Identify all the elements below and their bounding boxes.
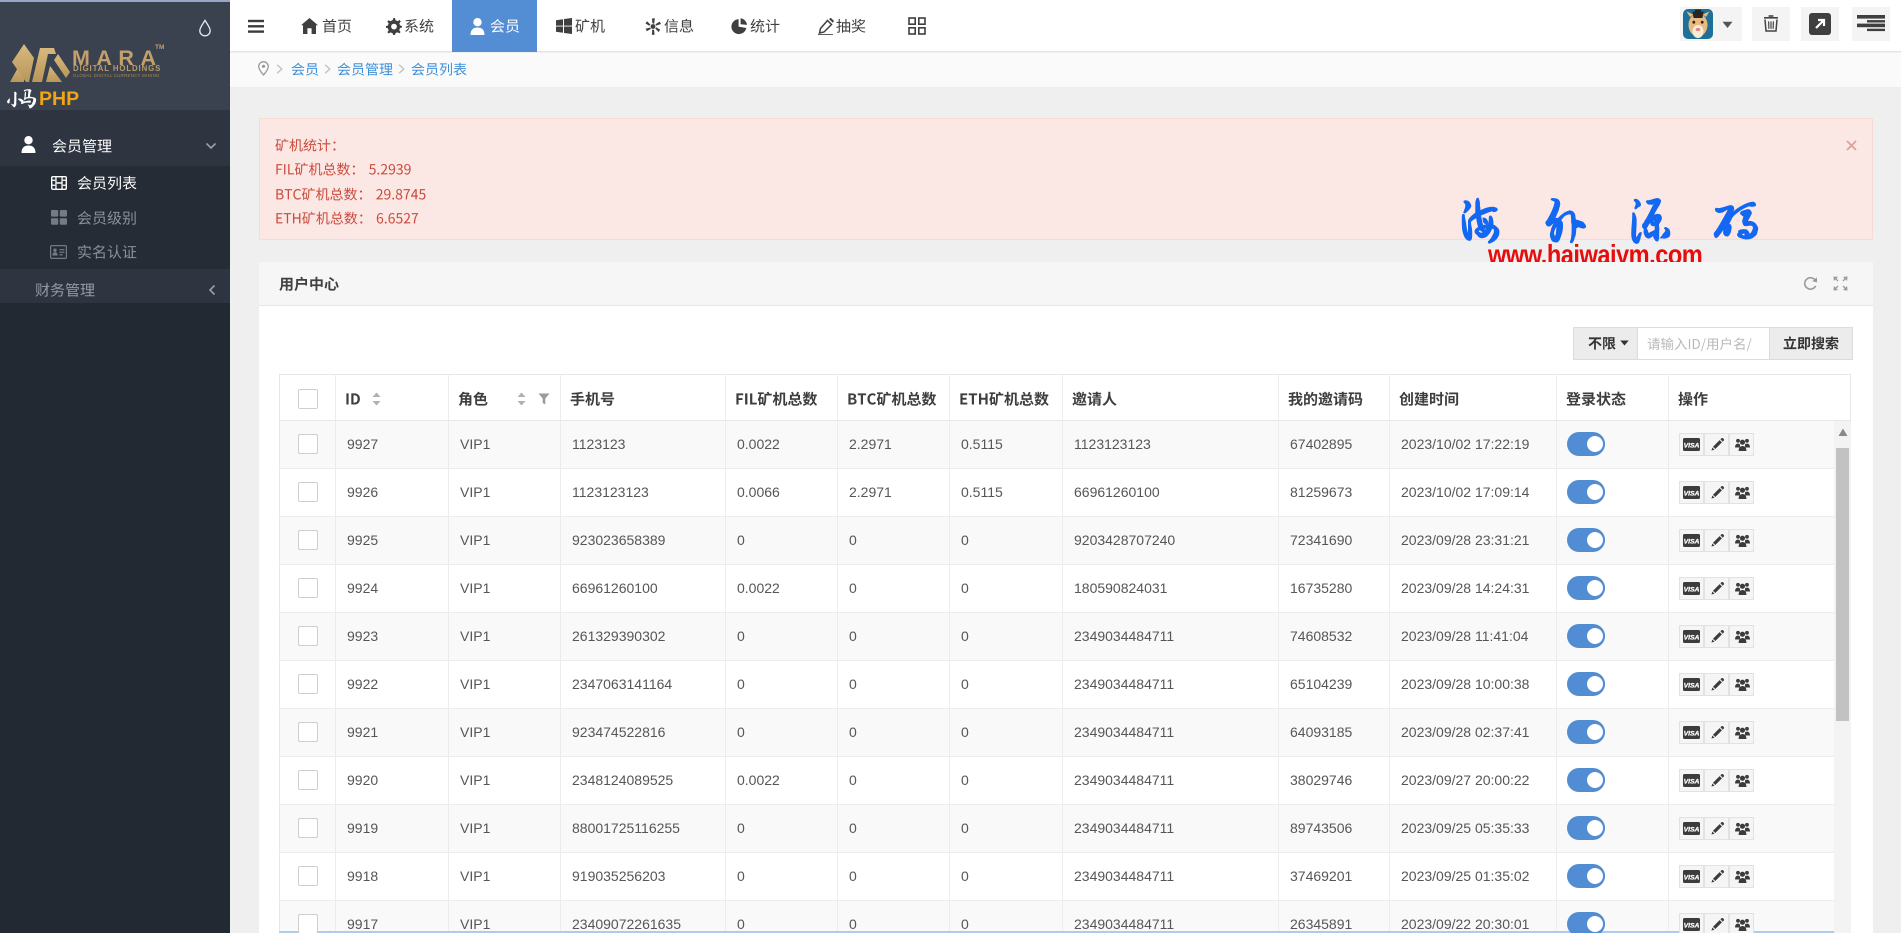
svg-text:VISA: VISA — [1684, 922, 1700, 929]
svg-text:VISA: VISA — [1684, 778, 1700, 785]
svg-text:VISA: VISA — [1684, 634, 1700, 641]
svg-text:VISA: VISA — [1684, 682, 1700, 689]
svg-text:VISA: VISA — [1684, 730, 1700, 737]
svg-text:VISA: VISA — [1684, 586, 1700, 593]
svg-text:VISA: VISA — [1684, 826, 1700, 833]
svg-text:VISA: VISA — [1684, 538, 1700, 545]
svg-text:VISA: VISA — [1684, 490, 1700, 497]
svg-text:VISA: VISA — [1684, 874, 1700, 881]
svg-text:VISA: VISA — [1684, 442, 1700, 449]
